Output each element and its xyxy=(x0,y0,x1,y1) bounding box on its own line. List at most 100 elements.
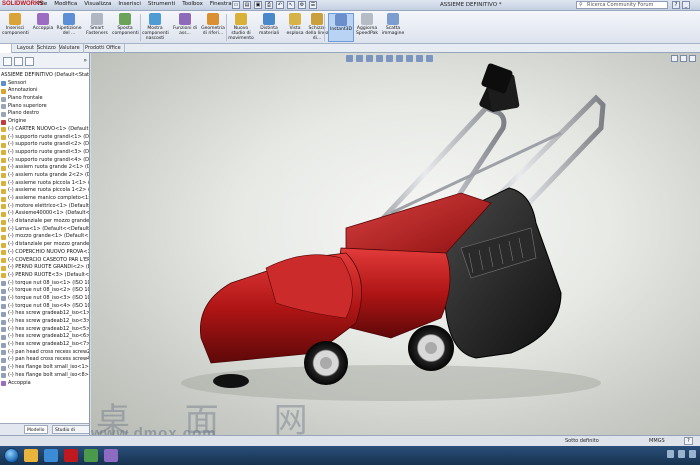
tree-item[interactable]: (-) motore elettrico<1> (Default xyxy=(0,203,89,211)
ribbon-button-6[interactable]: Funzioni di ass... xyxy=(172,13,198,36)
search-input[interactable]: ⚲ Ricerca Community Forum xyxy=(576,1,668,9)
ribbon-button-0[interactable]: Inserisci componenti xyxy=(2,13,29,36)
ribbon-button-4[interactable]: Sposta componenti xyxy=(112,13,139,36)
tree-item-mates[interactable]: Accoppia xyxy=(0,380,89,388)
tree-item[interactable]: (-) pan head cross recess screw2_is xyxy=(0,349,89,357)
tree-item-label: (-) torque nut 08_iso<1> (ISO 1051 xyxy=(8,279,90,286)
tab-model[interactable]: Modello xyxy=(24,425,48,434)
ribbon-button-7[interactable]: Geometria di riferi... xyxy=(200,13,226,36)
tree-item[interactable]: (-) PERNO RUOTE GRANDI<2> (De xyxy=(0,264,89,272)
ribbon-button-1[interactable]: Accoppia xyxy=(30,13,56,31)
ribbon-button-8[interactable]: Nuovo studio di movimento xyxy=(228,13,254,41)
help-icon[interactable]: ? xyxy=(672,1,680,9)
tree-item[interactable]: Piano superiore xyxy=(0,103,89,111)
tree-item[interactable]: (-) torque nut 08_iso<1> (ISO 1051 xyxy=(0,279,90,288)
open-file-icon[interactable]: ▤ xyxy=(243,1,251,9)
tree-item[interactable]: (-) distanziale per mozzo grande< xyxy=(0,241,89,249)
undo-icon[interactable]: ↶ xyxy=(276,1,284,9)
explorer-taskbar-icon[interactable] xyxy=(24,449,38,462)
tree-item[interactable]: (-) torque nut 08_iso<3> (ISO 1051 xyxy=(0,295,89,303)
battery-icon[interactable] xyxy=(689,450,696,458)
menu-item-toolbox[interactable]: Toolbox xyxy=(182,1,203,7)
tree-item[interactable]: (-) hex screw gradeab12_iso<6> (I xyxy=(0,333,90,341)
tree-item[interactable]: (-) hex screw gradeab12_iso<3> (I xyxy=(0,318,89,326)
print-icon[interactable]: ⎙ xyxy=(265,1,273,9)
select-icon[interactable]: ↖ xyxy=(287,1,295,9)
status-help-icon[interactable]: ? xyxy=(684,437,693,445)
graphics-viewport[interactable]: 桌 面 网 www.dmox.com xyxy=(91,53,700,435)
tree-item[interactable]: (-) assieme ruota piccola 1<2> (De xyxy=(0,187,89,195)
feature-tree-tab-icon[interactable] xyxy=(3,57,12,66)
save-icon[interactable]: ▣ xyxy=(254,1,262,9)
menu-item-file[interactable]: File xyxy=(38,1,47,7)
volume-icon[interactable] xyxy=(678,450,685,458)
new-file-icon[interactable]: ▭ xyxy=(232,1,240,9)
tree-item[interactable]: (-) COPERCHIO NUOVO PROVA<1> xyxy=(0,249,89,257)
tree-item[interactable]: (-) assieme manico completo<1> xyxy=(0,195,89,203)
start-button[interactable] xyxy=(4,448,19,463)
tree-item[interactable]: (-) hex screw gradeab12_iso<5> (I xyxy=(0,326,89,334)
tree-item[interactable]: (-) supporto ruote grandi<2> (Def xyxy=(0,141,89,149)
tree-item-label: (-) supporto ruote grandi<4> (Def xyxy=(8,156,90,163)
tree-item[interactable]: (-) COVERCIO CASEOTO PAR L'ER xyxy=(0,257,89,265)
tree-item[interactable]: Piano destro xyxy=(0,110,89,118)
tab-motion-study[interactable]: Studio di movimento 1 xyxy=(52,425,89,434)
tree-item[interactable]: (-) Lama<1> (Default<<Default>_ xyxy=(0,226,89,234)
ribbon-button-9[interactable]: Distinta materiali xyxy=(256,13,282,36)
tree-root-assembly[interactable]: ASSIEME DEFINITIVO (Default<Stato... xyxy=(0,72,89,80)
tab-assieme[interactable]: Assieme xyxy=(0,44,12,53)
tree-item[interactable]: Origine xyxy=(0,118,89,126)
status-units[interactable]: MMGS xyxy=(649,438,665,444)
component-icon xyxy=(1,227,6,233)
lawn-mower-3d-model[interactable] xyxy=(91,53,700,435)
tree-item[interactable]: (-) hex flange bolt small_iso<8> (I xyxy=(0,372,89,380)
menu-item-modifica[interactable]: Modifica xyxy=(54,1,77,7)
tree-item[interactable]: Annotazioni xyxy=(0,87,89,95)
browser-taskbar-icon[interactable] xyxy=(44,449,58,462)
tab-prodotti-office[interactable]: Prodotti Office xyxy=(82,44,125,53)
tree-item[interactable]: (-) torque nut 08_iso<4> (ISO 1051 xyxy=(0,303,89,311)
tree-item[interactable]: Piano frontale xyxy=(0,95,89,103)
ribbon-button-12[interactable]: Instant3D xyxy=(328,13,354,42)
ribbon-label: Distinta materiali xyxy=(258,26,280,36)
ribbon-button-14[interactable]: Scatta immagine xyxy=(380,13,406,36)
tree-item[interactable]: (-) supporto ruote grandi<1> (Def xyxy=(0,134,89,142)
chevron-right-icon[interactable]: » xyxy=(83,57,87,64)
tree-item[interactable]: (-) hex flange bolt small_iso<1> (I xyxy=(0,364,89,372)
tree-item[interactable]: (-) CARTER NUOVO<1> (Default< xyxy=(0,126,89,134)
tree-item[interactable]: (-) PERNO RUOTE<3> (Default<<D xyxy=(0,272,89,280)
ribbon-button-11[interactable]: Schizzo della linea di... xyxy=(304,13,330,41)
tree-item-label: (-) hex screw gradeab12_iso<6> (I xyxy=(8,333,90,340)
configuration-tab-icon[interactable] xyxy=(25,57,34,66)
tree-item[interactable]: Sensori xyxy=(0,80,89,88)
tree-item[interactable]: (-) hex screw gradeab12_iso<1> (I xyxy=(0,310,89,318)
ribbon-button-13[interactable]: Aggiorna SpeedPak xyxy=(354,13,380,36)
menu-item-strumenti[interactable]: Strumenti xyxy=(148,1,175,7)
minimize-button[interactable]: _ xyxy=(682,1,690,9)
tree-item[interactable]: (-) assiem ruota grande 2<2> (Def xyxy=(0,172,89,180)
tree-item[interactable]: (-) hex screw gradeab12_iso<7> (I xyxy=(0,341,89,349)
tree-item[interactable]: (-) supporto ruote grandi<4> (Def xyxy=(0,156,90,165)
menu-item-finestra[interactable]: Finestra xyxy=(210,1,232,7)
tree-item[interactable]: (-) pan head cross recess screw4-R xyxy=(0,356,89,364)
rebuild-icon[interactable]: ⚙ xyxy=(298,1,306,9)
tab-valutare[interactable]: Valutare xyxy=(56,44,84,53)
ribbon-button-2[interactable]: Ripetizione del ... xyxy=(56,13,82,36)
menu-item-visualizza[interactable]: Visualizza xyxy=(84,1,111,7)
ribbon-button-5[interactable]: Mostra componenti nascosti xyxy=(142,13,169,41)
tree-item[interactable]: (-) supporto ruote grandi<3> (Def xyxy=(0,149,89,157)
tree-item[interactable]: (-) mozzo grande<1> (Default<<D xyxy=(0,233,89,241)
network-icon[interactable] xyxy=(667,450,674,458)
tree-item[interactable]: (-) assieme ruota piccola 1<1> (De xyxy=(0,180,89,188)
options-icon[interactable]: ☰ xyxy=(309,1,317,9)
menu-item-inserisci[interactable]: Inserisci xyxy=(118,1,141,7)
solidworks-taskbar-icon[interactable] xyxy=(64,449,78,462)
property-manager-tab-icon[interactable] xyxy=(14,57,23,66)
tree-item[interactable]: (-) torque nut 08_iso<2> (ISO 1051 xyxy=(0,287,89,295)
ribbon-button-3[interactable]: Smart Fasteners xyxy=(84,13,110,36)
app2-taskbar-icon[interactable] xyxy=(104,449,118,462)
app-taskbar-icon[interactable] xyxy=(84,449,98,462)
tree-item[interactable]: (-) assiem ruota grande 2<1> (Def xyxy=(0,164,89,172)
tree-item[interactable]: (-) distanziale per mozzo grande< xyxy=(0,218,89,226)
tree-item[interactable]: (-) Assieme40000<1> (Default<Sta xyxy=(0,210,89,218)
